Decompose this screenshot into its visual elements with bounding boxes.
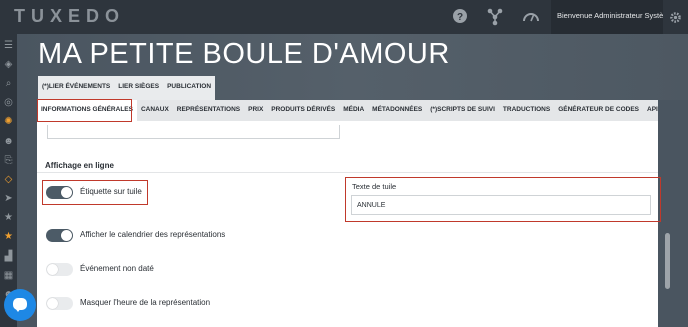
tab-prix[interactable]: PRIX bbox=[244, 100, 267, 121]
text-field-partial[interactable] bbox=[47, 125, 340, 139]
search-icon[interactable]: ⌕ bbox=[2, 77, 15, 90]
toggle-knob bbox=[61, 187, 72, 198]
divider bbox=[37, 172, 658, 173]
compass-icon[interactable]: ✺ bbox=[2, 115, 15, 128]
tab-canaux[interactable]: CANAUX bbox=[137, 100, 173, 121]
tile-text-label: Texte de tuile bbox=[352, 182, 397, 191]
tile-text-input[interactable] bbox=[351, 195, 651, 215]
etiquette-toggle[interactable] bbox=[46, 186, 73, 199]
toggle-label: Événement non daté bbox=[80, 264, 154, 273]
tab-media[interactable]: MÉDIA bbox=[339, 100, 368, 121]
toggle-label: Étiquette sur tuile bbox=[80, 187, 142, 196]
toggle-label: Afficher le calendrier des représentatio… bbox=[80, 230, 226, 239]
main-content: Affichage en ligne Étiquette sur tuile A… bbox=[37, 121, 658, 327]
scrollbar[interactable] bbox=[665, 233, 670, 289]
tab-produits-derives[interactable]: PRODUITS DÉRIVÉS bbox=[267, 100, 339, 121]
subtab-publication[interactable]: PUBLICATION bbox=[163, 76, 215, 100]
chat-bubble-tail bbox=[15, 308, 21, 312]
tab-traductions[interactable]: TRADUCTIONS bbox=[499, 100, 554, 121]
svg-text:?: ? bbox=[457, 12, 463, 23]
tab-scripts-de-suivi[interactable]: (*)SCRIPTS DE SUIVI bbox=[426, 100, 499, 121]
tab-generateur-de-codes[interactable]: GÉNÉRATEUR DE CODES bbox=[554, 100, 643, 121]
toggle-knob bbox=[47, 264, 58, 275]
toggle-knob bbox=[47, 298, 58, 309]
top-bar: TUXEDO ? Bienvenue Administrateur Systèm… bbox=[0, 0, 688, 34]
page-title: MA PETITE BOULE D'AMOUR bbox=[38, 38, 450, 70]
subtab-lier-sieges[interactable]: LIER SIÈGES bbox=[114, 76, 163, 100]
chat-icon[interactable] bbox=[4, 289, 36, 321]
table-icon[interactable]: ▦ bbox=[2, 269, 15, 282]
globe-icon[interactable]: ◎ bbox=[2, 96, 15, 109]
user-name: Bienvenue Administrateur Système bbox=[557, 11, 674, 20]
section-title: Affichage en ligne bbox=[45, 161, 114, 170]
subtab-bar: (*)LIER ÉVÉNEMENTS LIER SIÈGES PUBLICATI… bbox=[38, 76, 216, 100]
tags-icon[interactable]: ◇ bbox=[2, 173, 15, 186]
share-icon[interactable]: ⎘ bbox=[2, 154, 15, 167]
tab-representations[interactable]: REPRÉSENTATIONS bbox=[173, 100, 244, 121]
send-icon[interactable]: ➤ bbox=[2, 192, 15, 205]
user-menu[interactable]: Bienvenue Administrateur Système bbox=[551, 0, 674, 34]
gear-icon[interactable] bbox=[663, 0, 688, 34]
left-sidebar: ☰ ◈ ⌕ ◎ ✺ ☻ ⎘ ◇ ➤ ★ ★ ▟ ▦ ☻ bbox=[0, 34, 17, 327]
app-logo[interactable]: TUXEDO bbox=[14, 6, 125, 27]
help-icon[interactable]: ? bbox=[451, 8, 469, 26]
toggle-label: Masquer l'heure de la représentation bbox=[80, 298, 211, 307]
non-date-toggle[interactable] bbox=[46, 263, 73, 276]
network-icon[interactable] bbox=[486, 8, 504, 26]
content-gutter bbox=[658, 121, 688, 327]
star-icon[interactable]: ★ bbox=[2, 230, 15, 243]
page-header: MA PETITE BOULE D'AMOUR (*)LIER ÉVÉNEMEN… bbox=[17, 34, 688, 100]
calendrier-toggle[interactable] bbox=[46, 229, 73, 242]
tab-bar-gutter bbox=[658, 100, 688, 121]
tab-metadonnees[interactable]: MÉTADONNÉES bbox=[368, 100, 426, 121]
tab-informations-generales[interactable]: INFORMATIONS GÉNÉRALES bbox=[37, 100, 137, 121]
subtab-lier-evenements[interactable]: (*)LIER ÉVÉNEMENTS bbox=[38, 76, 114, 100]
toggle-knob bbox=[61, 230, 72, 241]
main-tab-bar: INFORMATIONS GÉNÉRALES CANAUX REPRÉSENTA… bbox=[37, 100, 687, 121]
menu-icon[interactable]: ☰ bbox=[2, 39, 15, 52]
chart-icon[interactable]: ▟ bbox=[2, 250, 15, 263]
tag-icon[interactable]: ◈ bbox=[2, 58, 15, 71]
users-icon[interactable]: ☻ bbox=[2, 135, 15, 148]
star-icon[interactable]: ★ bbox=[2, 211, 15, 224]
masquer-heure-toggle[interactable] bbox=[46, 297, 73, 310]
gauge-icon[interactable] bbox=[522, 8, 540, 26]
